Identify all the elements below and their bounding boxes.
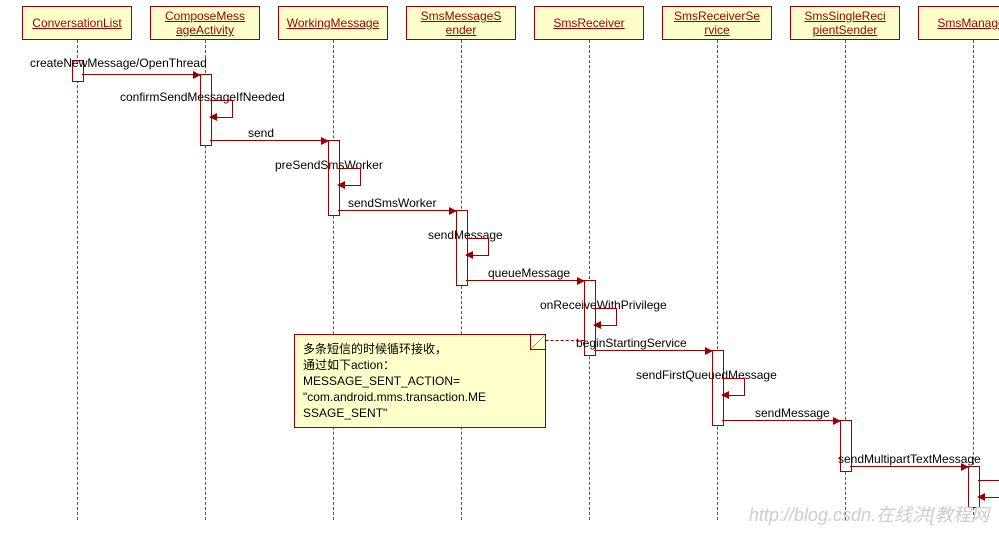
note-box: 多条短信的时候循环接收，通过如下action：MESSAGE_SENT_ACTI…: [294, 334, 546, 428]
participant-smsreceiver: SmsReceiver: [534, 6, 644, 40]
arrow: [82, 74, 200, 75]
arrow: [594, 350, 712, 351]
participant-smsreceiverservice: SmsReceiverService: [662, 6, 772, 40]
msg-sendmultiparttextmessage: sendMultipartTextMessage: [838, 452, 981, 466]
self-arrow: [594, 308, 617, 326]
self-arrow: [978, 480, 999, 498]
arrow: [466, 280, 584, 281]
arrow: [338, 210, 456, 211]
msg-sendfirstqueuedmessage: sendFirstQueuedMessage: [636, 368, 777, 382]
lifeline: [973, 40, 974, 520]
self-arrow: [466, 238, 489, 256]
sequence-diagram: ConversationList ComposeMessageActivity …: [0, 0, 999, 533]
msg-createnewmessage: createNewMessage/OpenThread: [30, 56, 207, 70]
msg-send: send: [248, 126, 274, 140]
msg-presendsmsworker: preSendSmsWorker: [275, 158, 383, 172]
participant-smsmessagesender: SmsMessageSender: [406, 6, 516, 40]
msg-beginstartingservice: beginStartingService: [576, 336, 687, 350]
arrow: [850, 466, 968, 467]
msg-sendsmsworker: sendSmsWorker: [348, 196, 436, 210]
arrow: [722, 420, 840, 421]
self-arrow: [338, 168, 361, 186]
lifeline: [333, 40, 334, 520]
msg-queuemessage: queueMessage: [488, 266, 570, 280]
msg-confirmsend: confirmSendMessageIfNeeded: [120, 90, 285, 104]
participant-smssinglerecipientsender: SmsSingleRecipientSender: [790, 6, 900, 40]
participant-smsmanager: SmsManager: [918, 6, 999, 40]
participant-composemessageactivity: ComposeMessageActivity: [150, 6, 260, 40]
self-arrow: [210, 100, 233, 118]
lifeline: [77, 40, 78, 520]
watermark: http://blog.csdn.在线洪[教程网: [749, 501, 989, 527]
participant-workingmessage: WorkingMessage: [278, 6, 388, 40]
lifeline: [717, 40, 718, 520]
participant-conversationlist: ConversationList: [22, 6, 132, 40]
self-arrow: [722, 378, 745, 396]
msg-sendmessage2: sendMessage: [755, 406, 830, 420]
arrow: [210, 140, 328, 141]
